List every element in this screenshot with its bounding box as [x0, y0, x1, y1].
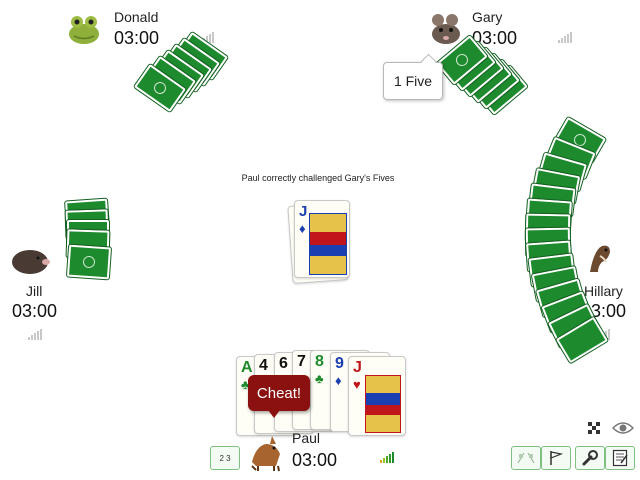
jill-card [65, 243, 113, 281]
paul-signal-icon [380, 452, 394, 463]
sort-icon: 2 3 [219, 453, 231, 463]
hand-card-rank: A [241, 359, 253, 376]
donald-avatar [64, 8, 104, 48]
jill-hand [64, 197, 116, 284]
hillary-hand [522, 115, 612, 365]
hand-card-suit: ♦ [335, 373, 342, 388]
donald-hand [120, 30, 230, 114]
hand-card-rank: 6 [279, 355, 288, 372]
sort-button[interactable]: 2 3 [210, 446, 240, 470]
cheat-button-tail [268, 410, 280, 418]
donald-name: Donald [114, 9, 159, 25]
jack-artwork [365, 375, 401, 433]
flag-icon [550, 451, 563, 465]
hand-card-rank: 8 [315, 353, 324, 370]
mole-icon [12, 250, 50, 274]
hand-card-rank: 9 [335, 355, 344, 372]
paul-name: Paul [292, 430, 321, 446]
notes-button[interactable] [605, 446, 635, 470]
eye-icon[interactable] [611, 420, 635, 436]
gary-speech-bubble: 1 Five [383, 53, 443, 100]
hand-card-suit: ♣ [315, 371, 324, 386]
checkered-flag-icon [517, 452, 535, 464]
gary-signal-icon [558, 32, 572, 43]
center-pile: J ♦ [287, 198, 354, 286]
hand-card-suit: ♥ [353, 377, 361, 392]
jack-artwork [309, 213, 347, 275]
hand-card-rank: 7 [297, 353, 306, 370]
pile-card: J ♦ [294, 200, 350, 278]
cheat-button[interactable]: Cheat! [248, 375, 310, 418]
fox-icon [251, 436, 280, 472]
settings-button[interactable] [575, 446, 605, 470]
jill-signal-icon [28, 329, 42, 340]
pile-card-rank: J [299, 203, 308, 220]
jill-name: Jill [26, 283, 43, 299]
cheat-button-label: Cheat! [256, 384, 302, 402]
paul-avatar [246, 432, 286, 472]
checkered-flags-button[interactable] [511, 446, 541, 470]
status-message: Paul correctly challenged Gary's Fives [241, 173, 395, 183]
gary-name: Gary [472, 9, 503, 25]
gary-bubble-text: 1 Five [393, 73, 433, 89]
frog-icon [69, 16, 99, 44]
hand-card-rank: 4 [259, 357, 268, 374]
wrench-icon [582, 450, 598, 466]
jill-timer: 03:00 [12, 301, 58, 321]
hand-card[interactable]: J ♥ [348, 356, 406, 436]
hand-card-rank: J [353, 359, 362, 376]
jill-avatar [10, 238, 50, 278]
paul-timer: 03:00 [292, 450, 338, 470]
pile-card-suit: ♦ [299, 221, 306, 236]
gary-hand [430, 33, 530, 117]
notes-icon [612, 449, 628, 467]
checkered-flag-icon[interactable] [586, 420, 602, 436]
flag-button[interactable] [541, 446, 571, 470]
